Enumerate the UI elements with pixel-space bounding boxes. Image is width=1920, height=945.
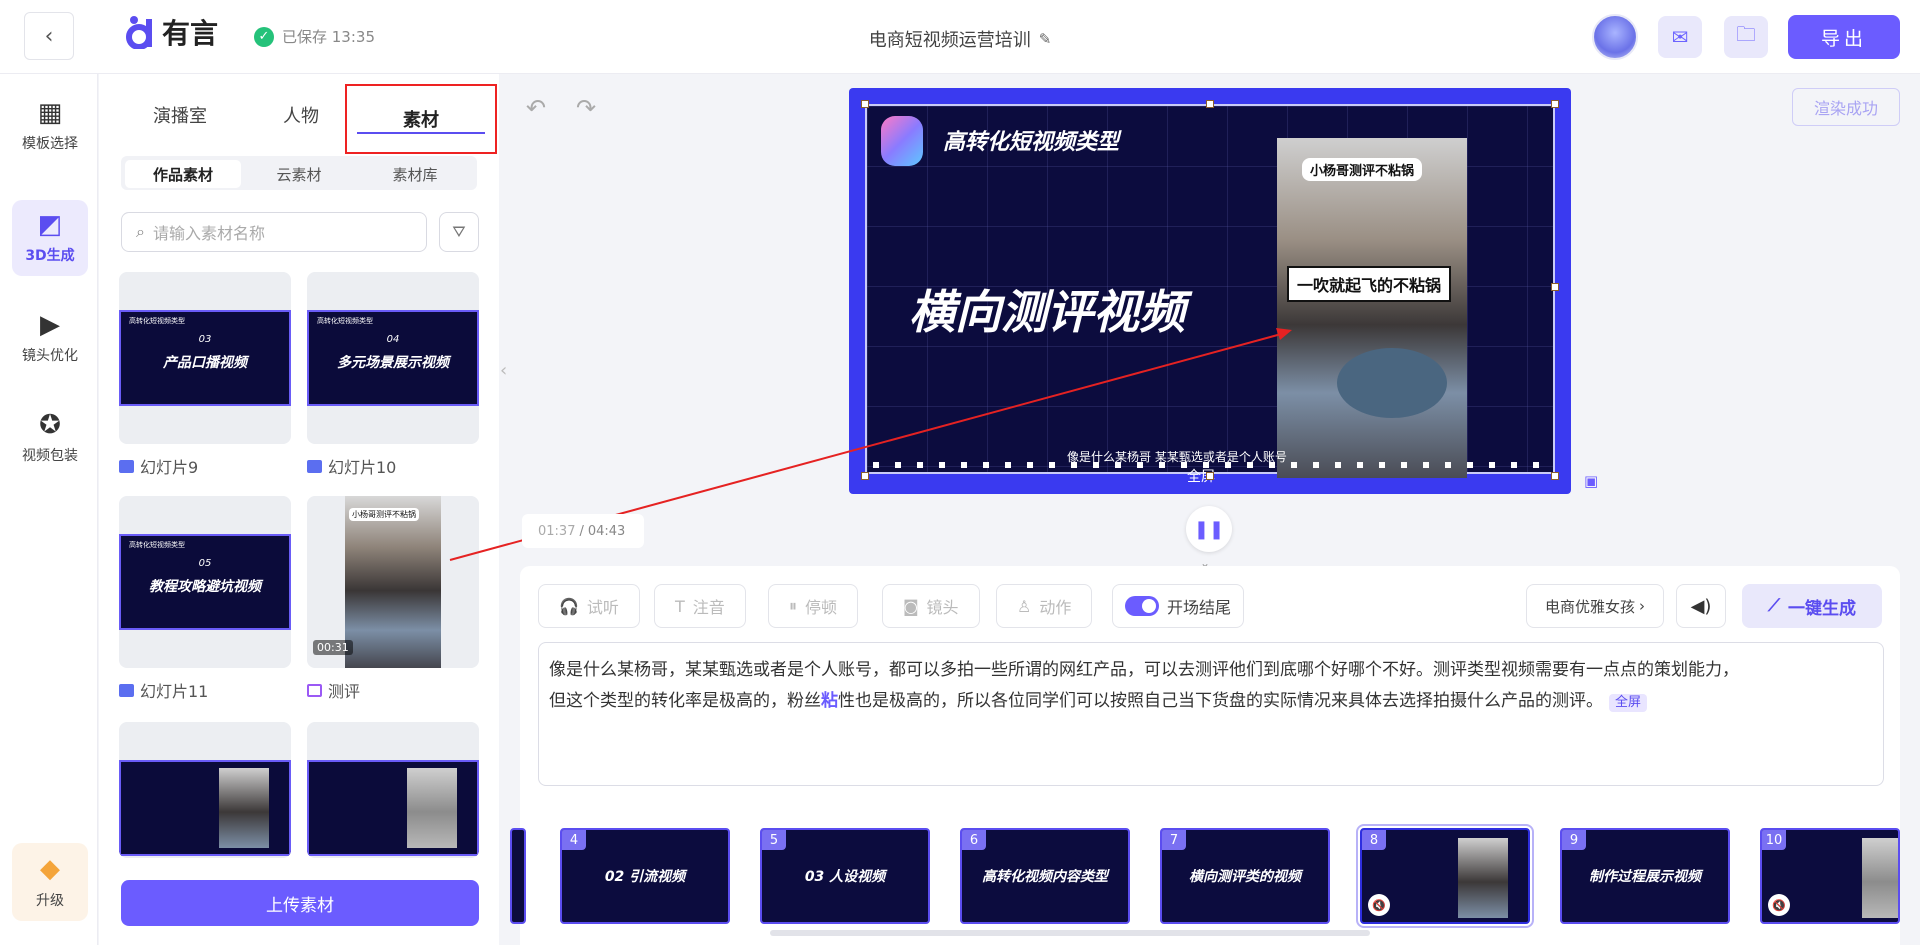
thumb-number: 8 <box>1362 830 1386 850</box>
toggle-switch[interactable] <box>1125 596 1159 616</box>
timeline-thumb[interactable]: 10 🔇 <box>1760 828 1900 924</box>
script-line: 像是什么某杨哥，某某甄选或者是个人账号，都可以多拍一些所谓的网红产品，可以去测评… <box>549 660 1739 680</box>
thumb-title: 02 引流视频 <box>604 869 686 885</box>
opening-ending-toggle[interactable]: 开场结尾 <box>1112 584 1245 628</box>
highlighted-char: 粘 <box>821 691 838 711</box>
timeline-scrollbar[interactable] <box>770 930 1370 936</box>
camera-icon: ◙ <box>903 596 919 616</box>
timeline-thumb[interactable] <box>510 828 526 924</box>
tool-label: 试听 <box>586 598 619 617</box>
shot-button[interactable]: ◙ 镜头 <box>882 584 980 628</box>
thumb-title: 高转化视频内容类型 <box>982 869 1108 885</box>
script-text: 但这个类型的转化率是极高的，粉丝 <box>549 691 821 711</box>
time-separator: / <box>579 523 584 539</box>
timeline-thumb[interactable]: 9 制作过程展示视频 <box>1560 828 1730 924</box>
chevron-right-icon: › <box>1639 597 1645 615</box>
listen-button[interactable]: 🎧 试听 <box>538 584 640 628</box>
tool-label: 注音 <box>692 598 725 617</box>
script-editor: 🎧 试听 T 注音 ⏸ 停顿 ◙ 镜头 ♙ 动作 开场结尾 电商优雅女孩 › ◀) ⟋ 一键生… <box>520 566 1900 816</box>
tool-label: 镜头 <box>926 598 959 617</box>
person-icon: ♙ <box>1017 596 1032 616</box>
tool-label: 开场结尾 <box>1167 598 1232 617</box>
voice-selector[interactable]: 电商优雅女孩 › <box>1526 584 1664 628</box>
pause-button[interactable]: ❚❚ <box>1186 506 1232 552</box>
time-current: 01:37 <box>538 523 576 539</box>
script-text: 性也是极高的，所以各位同学们可以按照自己当下货盘的实际情况来具体去选择拍摄什么产… <box>838 691 1603 711</box>
timeline-thumb[interactable]: 6 高转化视频内容类型 <box>960 828 1130 924</box>
timeline-thumb[interactable]: 7 横向测评类的视频 <box>1160 828 1330 924</box>
thumb-number: 9 <box>1562 830 1586 850</box>
volume-button[interactable]: ◀) <box>1676 584 1726 628</box>
time-total: 04:43 <box>587 523 626 539</box>
video-inset <box>1862 838 1898 918</box>
thumb-title: 制作过程展示视频 <box>1589 869 1701 885</box>
timeline-thumb[interactable]: 5 03 人设视频 <box>760 828 930 924</box>
pause-circle-icon: ⏸ <box>789 596 798 615</box>
tool-label: 动作 <box>1039 598 1072 617</box>
video-inset <box>1458 838 1508 918</box>
mute-icon[interactable]: 🔇 <box>1368 894 1390 916</box>
slide-timeline: 4 02 引流视频 5 03 人设视频 6 高转化视频内容类型 7 横向测评类的视频 8… <box>510 802 1900 945</box>
script-textarea[interactable]: 像是什么某杨哥，某某甄选或者是个人账号，都可以多拍一些所谓的网红产品，可以去测评… <box>538 642 1884 786</box>
voice-label: 电商优雅女孩 <box>1544 597 1635 616</box>
timeline-thumb-selected[interactable]: 8 🔇 <box>1356 824 1534 928</box>
action-button[interactable]: ♙ 动作 <box>996 584 1093 628</box>
thumb-number: 4 <box>562 830 586 850</box>
tool-label: 停顿 <box>805 598 838 617</box>
thumb-number: 6 <box>962 830 986 850</box>
headphones-icon: 🎧 <box>559 596 579 616</box>
thumb-title: 横向测评类的视频 <box>1189 869 1301 885</box>
thumb-number: 7 <box>1162 830 1186 850</box>
one-click-generate-button[interactable]: ⟋ 一键生成 <box>1742 584 1882 628</box>
timeline-thumb[interactable]: 4 02 引流视频 <box>560 828 730 924</box>
thumb-number: 10 <box>1762 830 1786 850</box>
fullscreen-tag[interactable]: 全屏 <box>1609 694 1648 712</box>
pause-insert-button[interactable]: ⏸ 停顿 <box>768 584 859 628</box>
generate-label: 一键生成 <box>1787 598 1856 619</box>
trend-line-icon: ⟋ <box>1768 596 1780 616</box>
time-display: 01:37 / 04:43 <box>522 514 644 548</box>
text-t-icon: T <box>675 596 685 616</box>
pause-icon: ❚❚ <box>1193 518 1225 540</box>
speaker-icon: ◀) <box>1690 595 1712 617</box>
thumb-title: 03 人设视频 <box>804 869 886 885</box>
script-line: 但这个类型的转化率是极高的，粉丝粘性也是极高的，所以各位同学们可以按照自己当下货… <box>549 686 1873 717</box>
phonetic-button[interactable]: T 注音 <box>654 584 746 628</box>
thumb-number: 5 <box>762 830 786 850</box>
mute-icon[interactable]: 🔇 <box>1768 894 1790 916</box>
